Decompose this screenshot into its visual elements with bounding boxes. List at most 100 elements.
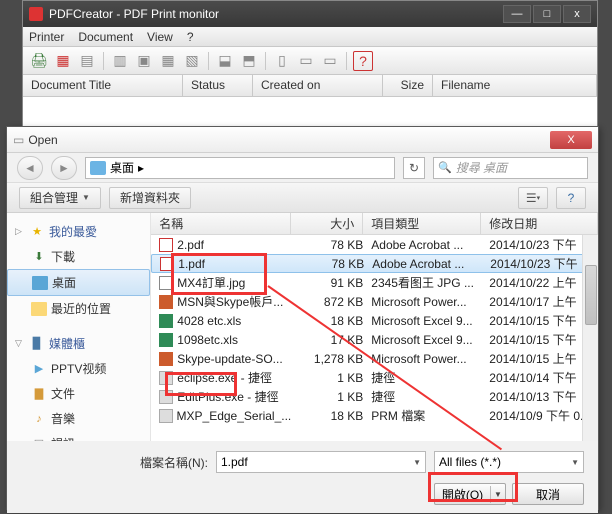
printer-icon[interactable]: 🖨	[29, 51, 49, 71]
menu-help[interactable]: ?	[187, 30, 194, 44]
dialog-close-button[interactable]: X	[550, 131, 592, 149]
music-icon: ♪	[31, 412, 47, 426]
crumb-desktop[interactable]: 桌面	[110, 159, 134, 176]
col-date[interactable]: 修改日期	[481, 213, 598, 234]
file-icon	[159, 333, 173, 347]
sidebar-item-desktop[interactable]: 桌面	[7, 269, 150, 296]
open-titlebar[interactable]: ▭ Open X	[7, 127, 598, 153]
search-icon: 🔍	[438, 161, 452, 174]
cancel-button[interactable]: 取消	[512, 483, 584, 505]
chevron-down-icon[interactable]: ▼	[491, 490, 505, 499]
open-button[interactable]: 開啟(O) ▼	[434, 483, 506, 505]
tool-icon[interactable]: ⬒	[239, 51, 259, 71]
file-row[interactable]: eclipse.exe - 捷徑1 KB捷徑2014/10/14 下午	[151, 368, 598, 387]
tool-icon[interactable]: ▯	[272, 51, 292, 71]
filename-label: 檔案名稱(N):	[140, 454, 208, 471]
col-name[interactable]: 名稱	[151, 213, 291, 234]
library-icon: ▉	[29, 337, 45, 351]
app-icon	[29, 7, 43, 21]
minimize-button[interactable]: —	[503, 5, 531, 23]
pdfcreator-titlebar[interactable]: PDFCreator - PDF Print monitor — □ x	[23, 1, 597, 27]
chevron-down-icon[interactable]: ▼	[413, 458, 421, 467]
star-icon: ★	[29, 225, 45, 239]
desktop-icon	[90, 161, 106, 175]
file-icon	[159, 238, 173, 252]
file-row[interactable]: 1098etc.xls17 KBMicrosoft Excel 9...2014…	[151, 330, 598, 349]
col-size[interactable]: Size	[383, 75, 433, 96]
sidebar-item-videos[interactable]: ▣ 視訊	[7, 431, 150, 441]
col-status[interactable]: Status	[183, 75, 253, 96]
col-doctitle[interactable]: Document Title	[23, 75, 183, 96]
tool-icon[interactable]: ▦	[158, 51, 178, 71]
back-button[interactable]: ◄	[17, 156, 43, 180]
file-icon	[159, 295, 173, 309]
sidebar-item-recent[interactable]: 最近的位置	[7, 296, 150, 321]
scrollbar[interactable]	[582, 235, 598, 441]
command-bar: 組合管理▼ 新增資料夾 ☰▾ ?	[7, 183, 598, 213]
file-row[interactable]: MXP_Edge_Serial_...18 KBPRM 檔案2014/10/9 …	[151, 406, 598, 425]
scroll-thumb[interactable]	[585, 265, 597, 325]
forward-button[interactable]: ►	[51, 156, 77, 180]
desktop-icon	[32, 276, 48, 290]
chevron-down-icon[interactable]: ▼	[571, 458, 579, 467]
doc-icon[interactable]: ▦	[53, 51, 73, 71]
tool-icon[interactable]: ▥	[110, 51, 130, 71]
tool-icon[interactable]: ⬓	[215, 51, 235, 71]
tool-icon[interactable]: ▧	[182, 51, 202, 71]
menu-printer[interactable]: Printer	[29, 30, 64, 44]
breadcrumb[interactable]: 桌面 ▸	[85, 157, 395, 179]
sidebar-item-documents[interactable]: ▇ 文件	[7, 381, 150, 406]
page-icon[interactable]: ▤	[77, 51, 97, 71]
organize-button[interactable]: 組合管理▼	[19, 187, 101, 209]
pdfcreator-toolbar: 🖨 ▦ ▤ ▥ ▣ ▦ ▧ ⬓ ⬒ ▯ ▭ ▭ ?	[23, 47, 597, 75]
navbar: ◄ ► 桌面 ▸ ↻ 🔍 搜尋 桌面	[7, 153, 598, 183]
filename-input[interactable]: 1.pdf ▼	[216, 451, 426, 473]
refresh-button[interactable]: ↻	[403, 157, 425, 179]
menu-view[interactable]: View	[147, 30, 173, 44]
video-icon: ▣	[31, 437, 47, 442]
maximize-button[interactable]: □	[533, 5, 561, 23]
search-placeholder: 搜尋 桌面	[456, 159, 507, 176]
file-icon	[159, 314, 173, 328]
sidebar-item-downloads[interactable]: ⬇ 下載	[7, 244, 150, 269]
file-pane: 名稱 大小 項目類型 修改日期 2.pdf78 KBAdobe Acrobat …	[151, 213, 598, 441]
view-button[interactable]: ☰▾	[518, 187, 548, 209]
col-size[interactable]: 大小	[291, 213, 363, 234]
file-icon	[159, 352, 173, 366]
file-list: 2.pdf78 KBAdobe Acrobat ...2014/10/23 下午…	[151, 235, 598, 441]
menu-document[interactable]: Document	[78, 30, 133, 44]
file-row[interactable]: 1.pdf78 KBAdobe Acrobat ...2014/10/23 下午	[151, 254, 598, 273]
file-row[interactable]: 2.pdf78 KBAdobe Acrobat ...2014/10/23 下午	[151, 235, 598, 254]
download-icon: ⬇	[31, 250, 47, 264]
file-row[interactable]: 4028 etc.xls18 KBMicrosoft Excel 9...201…	[151, 311, 598, 330]
help-icon[interactable]: ?	[353, 51, 373, 71]
file-icon	[159, 409, 172, 423]
document-icon: ▇	[31, 387, 47, 401]
sidebar-libraries[interactable]: ▽▉ 媒體櫃	[7, 331, 150, 356]
col-filename[interactable]: Filename	[433, 75, 597, 96]
file-icon	[159, 390, 173, 404]
newfolder-button[interactable]: 新增資料夾	[109, 187, 191, 209]
tool-icon[interactable]: ▭	[296, 51, 316, 71]
col-created[interactable]: Created on	[253, 75, 383, 96]
file-row[interactable]: Skype-update-SO...1,278 KBMicrosoft Powe…	[151, 349, 598, 368]
sidebar-item-pptv[interactable]: ▶ PPTV视频	[7, 356, 150, 381]
dialog-footer: 檔案名稱(N): 1.pdf ▼ All files (*.*) ▼ 開啟(O)…	[7, 441, 598, 513]
close-button[interactable]: x	[563, 5, 591, 23]
open-dialog: ▭ Open X ◄ ► 桌面 ▸ ↻ 🔍 搜尋 桌面 組合管理▼ 新增資料夾 …	[6, 126, 599, 510]
help-button[interactable]: ?	[556, 187, 586, 209]
tool-icon[interactable]: ▣	[134, 51, 154, 71]
sidebar-item-music[interactable]: ♪ 音樂	[7, 406, 150, 431]
filetype-select[interactable]: All files (*.*) ▼	[434, 451, 584, 473]
tool-icon[interactable]: ▭	[320, 51, 340, 71]
video-icon: ▶	[31, 362, 47, 376]
file-row[interactable]: EditPlus.exe - 捷徑1 KB捷徑2014/10/13 下午	[151, 387, 598, 406]
sidebar: ▷★ 我的最愛 ⬇ 下載 桌面 最近的位置 ▽▉ 媒體櫃 ▶ PP	[7, 213, 151, 441]
file-icon	[159, 276, 173, 290]
file-row[interactable]: MX4訂單.jpg91 KB2345看图王 JPG ...2014/10/22 …	[151, 273, 598, 292]
file-row[interactable]: MSN與Skype帳戶...872 KBMicrosoft Power...20…	[151, 292, 598, 311]
crumb-arrow-icon[interactable]: ▸	[138, 161, 144, 175]
col-type[interactable]: 項目類型	[363, 213, 481, 234]
sidebar-favorites[interactable]: ▷★ 我的最愛	[7, 219, 150, 244]
search-input[interactable]: 🔍 搜尋 桌面	[433, 157, 588, 179]
